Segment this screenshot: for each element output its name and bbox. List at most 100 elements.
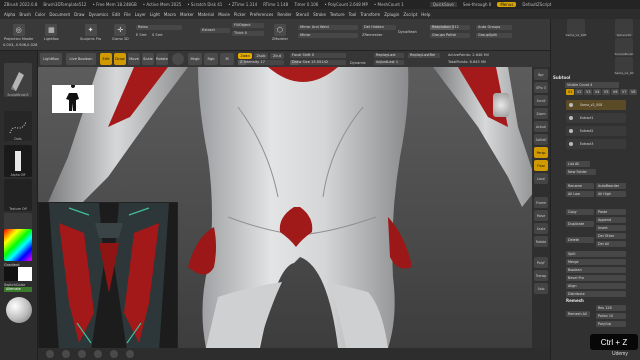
m-button[interactable]: M [220,53,234,65]
color-picker[interactable] [4,229,32,261]
menu-layer[interactable]: Layer [135,12,146,17]
gizmo-3d-button[interactable]: ✛ Gizmo 3D [112,24,129,41]
live-boolean-toggle[interactable]: Live Boolean [66,53,96,65]
eye-icon[interactable] [569,116,573,120]
move-mode-button[interactable]: Move [128,53,140,65]
slot-v2[interactable]: V2 [575,89,583,95]
spix-button[interactable]: SPix 3 [534,82,548,93]
slot-v1[interactable]: V1 [566,89,574,95]
menu-light[interactable]: Light [150,12,160,17]
relax-slider[interactable]: Relax [136,25,182,30]
distribute-button[interactable]: Distribute [566,291,626,297]
move-button[interactable]: Move [534,210,548,221]
draw-size-slider[interactable]: Draw Size 15.55142 [290,60,346,65]
menu-dynamics[interactable]: Dynamics [89,12,109,17]
bpr-button[interactable]: Bpr [534,69,548,80]
menu-edit[interactable]: Edit [112,12,120,17]
navigation-head-icon[interactable] [493,93,509,117]
rotate-mode-button[interactable]: Rotate [156,53,168,65]
solo-button[interactable]: Solo [534,283,548,294]
extract-button[interactable]: Extract [200,28,230,33]
merge-button[interactable]: Merge [566,259,626,265]
brush-selector[interactable]: SculptBrush3 [4,63,32,97]
del-hidden-button[interactable]: Del Hidden [362,25,396,30]
bevel-pro-button[interactable]: Bevel Pro [566,275,626,281]
rotate-button[interactable]: Rotate [534,236,548,247]
menu-preferences[interactable]: Preferences [250,12,274,17]
subtool-item[interactable]: Extract1 [566,113,626,123]
see-through-slider[interactable]: See-through 0 [463,2,491,7]
list-all-button[interactable]: List All [566,161,590,167]
lightbox-button[interactable]: ▦ LightBox [44,24,59,41]
replay-last-rel-button[interactable]: ReplayLastRel [408,53,440,58]
slot-v4[interactable]: V4 [593,89,601,95]
split-button[interactable]: Split [566,251,626,257]
zcut-button[interactable]: Zcut [270,53,284,59]
tool-thumb-sphere3d[interactable]: Sphere3D [615,19,633,37]
menu-movie[interactable]: Movie [218,12,230,17]
zadd-button[interactable]: Zadd [238,53,252,59]
actual-button[interactable]: Actual [534,121,548,132]
fill-object-button[interactable]: FillObject [232,23,264,28]
menu-picker[interactable]: Picker [234,12,246,17]
polyf-button[interactable]: PolyF [534,257,548,268]
draw-mode-button[interactable]: Draw [114,53,126,65]
thick-slider[interactable]: Thick 0 [232,31,264,36]
append-button[interactable]: Append [596,217,626,223]
subtool-item[interactable]: Sama_v2_008 [566,100,626,110]
shelf-icon-6[interactable] [126,350,134,358]
material-sphere[interactable] [6,297,32,323]
menu-document[interactable]: Document [49,12,70,17]
eye-icon[interactable] [569,129,573,133]
slot-v7[interactable]: V7 [620,89,628,95]
auto-groups-button[interactable]: Auto Groups [476,25,512,30]
menu-tool[interactable]: Tool [349,12,357,17]
paste-button[interactable]: Paste [596,209,626,215]
slot-v6[interactable]: V6 [611,89,619,95]
rename-button[interactable]: Rename [566,183,594,189]
copy-button[interactable]: Copy [566,209,594,215]
menu-material[interactable]: Material [198,12,214,17]
slot-v8[interactable]: V8 [629,89,637,95]
tool-thumb-sama-2[interactable]: Sama_v2_00 [615,57,634,75]
default-script[interactable]: DefaultZScript [522,2,551,7]
sculptris-pro-button[interactable]: ✦ Sculptris Pro [80,24,101,41]
auto-reorder-button[interactable]: AutoReorder [596,183,626,189]
eye-icon[interactable] [569,142,573,146]
menu-zscript[interactable]: Zscript [403,12,417,17]
res-slider[interactable]: Res 128 [596,305,626,311]
menu-transform[interactable]: Transform [360,12,380,17]
new-folder-button[interactable]: New Folder [566,169,596,175]
main-color-swatch[interactable] [4,267,18,281]
zremesher-label[interactable]: ZRemesher [362,33,383,37]
menu-stencil[interactable]: Stencil [296,12,310,17]
floor-button[interactable]: Floor [534,160,548,171]
shelf-icon-3[interactable] [78,350,86,358]
shelf-icon-1[interactable] [46,350,54,358]
e-smt-label[interactable]: E Smt [136,33,147,37]
menu-texture[interactable]: Texture [330,12,345,17]
alpha-selector[interactable]: Alpha Off [4,145,32,177]
align-button[interactable]: Align [566,283,626,289]
subtool-item[interactable]: Extract2 [566,126,626,136]
menu-color[interactable]: Color [35,12,45,17]
dynamic-toggle[interactable]: Dynamic [350,61,366,65]
menus-button[interactable]: Menus [497,2,517,7]
menu-brush[interactable]: Brush [19,12,31,17]
secondary-color-swatch[interactable] [18,267,32,281]
dynamesh-label[interactable]: DynaMesh [398,30,417,34]
menu-stroke[interactable]: Stroke [313,12,326,17]
menu-file[interactable]: File [124,12,131,17]
transp-button[interactable]: Transp [534,270,548,281]
projection-master-button[interactable]: ◎ Projection Master [4,24,33,41]
adjust-last-slider[interactable]: AdjustLast 1 [374,60,404,65]
all-low-button[interactable]: All Low [566,191,594,197]
mirror-button[interactable]: Mirror [298,33,358,38]
mirror-and-weld-button[interactable]: Mirror And Weld [298,25,358,30]
del-other-button[interactable]: Del Other [596,233,626,239]
menu-alpha[interactable]: Alpha [4,12,15,17]
aahalf-button[interactable]: AAHalf [534,134,548,145]
groups-polish-button[interactable]: Groups Polish [430,33,470,38]
frame-button[interactable]: Frame [534,197,548,208]
replay-last-button[interactable]: ReplayLast [374,53,404,58]
